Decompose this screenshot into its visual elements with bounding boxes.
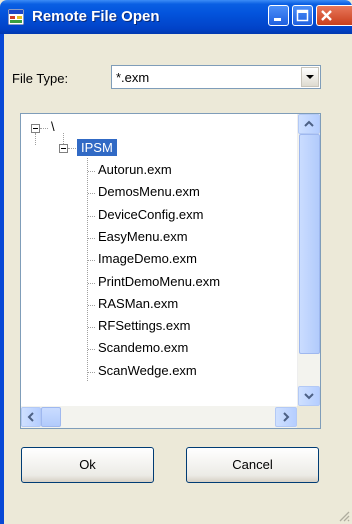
tree-node-file[interactable]: ImageDemo.exm (98, 251, 197, 266)
scroll-left-button[interactable] (21, 407, 41, 427)
tree-node-file[interactable]: RASMan.exm (98, 296, 178, 311)
tree-node-file[interactable]: Scandemo.exm (98, 340, 188, 355)
window-title: Remote File Open (32, 8, 160, 25)
tree-node-file[interactable]: RFSettings.exm (98, 318, 190, 333)
file-type-value: *.exm (116, 70, 150, 85)
tree-node-folder-ipsm[interactable]: IPSM (77, 139, 117, 156)
close-icon (321, 10, 332, 21)
tree-vertical-scrollbar[interactable] (297, 114, 320, 406)
remote-file-open-dialog: Remote File Open File Type: *.exm \ IPSM… (0, 0, 352, 524)
minimize-button[interactable] (268, 5, 289, 26)
resize-grip-icon[interactable] (338, 510, 350, 522)
window-frame (0, 34, 4, 524)
vertical-scroll-thumb[interactable] (299, 134, 320, 354)
tree-node-file[interactable]: PrintDemoMenu.exm (98, 274, 220, 289)
scroll-down-button[interactable] (298, 386, 320, 406)
file-type-combobox[interactable]: *.exm (111, 65, 321, 89)
tree-horizontal-scrollbar[interactable] (21, 406, 297, 428)
tree-node-file[interactable]: DemosMenu.exm (98, 184, 200, 199)
title-bar[interactable]: Remote File Open (0, 0, 352, 34)
app-window-icon (8, 9, 24, 25)
scroll-up-button[interactable] (298, 114, 320, 134)
tree-node-file[interactable]: DeviceConfig.exm (98, 207, 204, 222)
file-type-dropdown-button[interactable] (301, 67, 319, 87)
close-button[interactable] (316, 5, 352, 26)
file-tree-view[interactable]: \ IPSM Autorun.exm DemosMenu.exm DeviceCon… (20, 113, 321, 429)
scrollbar-corner (297, 406, 320, 428)
file-type-label: File Type: (12, 71, 69, 86)
tree-node-file[interactable]: EasyMenu.exm (98, 229, 188, 244)
tree-node-file[interactable]: ScanWedge.exm (98, 363, 197, 378)
chevron-down-icon (306, 75, 314, 79)
chevron-down-icon (304, 393, 314, 400)
minimize-icon (274, 18, 281, 21)
horizontal-scroll-thumb[interactable] (41, 407, 61, 427)
chevron-up-icon (304, 120, 314, 127)
ok-button[interactable]: Ok (21, 447, 154, 483)
cancel-button[interactable]: Cancel (186, 447, 319, 483)
maximize-icon (296, 9, 309, 22)
maximize-button[interactable] (292, 5, 313, 26)
tree-node-file[interactable]: Autorun.exm (98, 162, 172, 177)
chevron-right-icon (283, 412, 290, 422)
root-collapse-toggle[interactable] (31, 124, 40, 133)
tree-node-root[interactable]: \ (51, 119, 55, 134)
chevron-left-icon (27, 412, 34, 422)
folder-collapse-toggle[interactable] (59, 144, 68, 153)
scroll-right-button[interactable] (275, 407, 297, 427)
